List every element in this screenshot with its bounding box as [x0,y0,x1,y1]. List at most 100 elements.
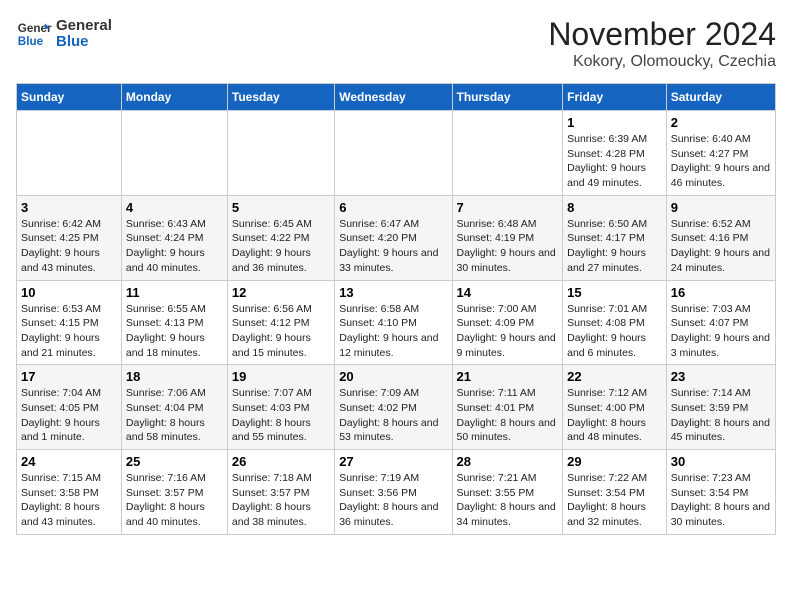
day-info: Sunrise: 7:11 AM Sunset: 4:01 PM Dayligh… [457,386,559,445]
day-cell: 18 Sunrise: 7:06 AM Sunset: 4:04 PM Dayli… [121,365,227,450]
day-cell: 17 Sunrise: 7:04 AM Sunset: 4:05 PM Dayli… [17,365,122,450]
day-number: 9 [671,200,771,215]
day-info: Sunrise: 6:39 AM Sunset: 4:28 PM Dayligh… [567,132,662,191]
day-number: 23 [671,369,771,384]
day-cell: 16Sunrise: 7:03 AM Sunset: 4:07 PM Dayli… [666,280,775,365]
day-cell: 23 Sunrise: 7:14 AM Sunset: 3:59 PM Dayli… [666,365,775,450]
header-friday: Friday [563,84,667,111]
day-number: 11 [126,285,223,300]
header-thursday: Thursday [452,84,563,111]
calendar-table: SundayMondayTuesdayWednesdayThursdayFrid… [16,83,776,535]
day-number: 10 [21,285,117,300]
day-cell [227,111,334,196]
day-number: 13 [339,285,447,300]
day-info: Sunrise: 6:40 AM Sunset: 4:27 PM Dayligh… [671,132,771,191]
day-cell: 28 Sunrise: 7:21 AM Sunset: 3:55 PM Dayli… [452,450,563,535]
day-number: 17 [21,369,117,384]
day-info: Sunrise: 6:58 AM Sunset: 4:10 PM Dayligh… [339,302,447,361]
day-number: 6 [339,200,447,215]
day-info: Sunrise: 7:07 AM Sunset: 4:03 PM Dayligh… [232,386,330,445]
day-info: Sunrise: 6:53 AM Sunset: 4:15 PM Dayligh… [21,302,117,361]
week-row-4: 17 Sunrise: 7:04 AM Sunset: 4:05 PM Dayli… [17,365,776,450]
day-number: 5 [232,200,330,215]
day-info: Sunrise: 7:03 AM Sunset: 4:07 PM Dayligh… [671,302,771,361]
day-cell: 22Sunrise: 7:12 AM Sunset: 4:00 PM Dayli… [563,365,667,450]
title-section: November 2024 Kokory, Olomoucky, Czechia [548,16,776,71]
day-info: Sunrise: 7:14 AM Sunset: 3:59 PM Dayligh… [671,386,771,445]
day-info: Sunrise: 7:09 AM Sunset: 4:02 PM Dayligh… [339,386,447,445]
day-cell: 12Sunrise: 6:56 AM Sunset: 4:12 PM Dayli… [227,280,334,365]
day-cell [121,111,227,196]
logo-general: General [56,18,112,35]
day-info: Sunrise: 6:43 AM Sunset: 4:24 PM Dayligh… [126,217,223,276]
day-info: Sunrise: 6:42 AM Sunset: 4:25 PM Dayligh… [21,217,117,276]
day-cell [17,111,122,196]
day-info: Sunrise: 7:21 AM Sunset: 3:55 PM Dayligh… [457,471,559,530]
day-cell: 9 Sunrise: 6:52 AM Sunset: 4:16 PM Daylig… [666,195,775,280]
day-cell: 3 Sunrise: 6:42 AM Sunset: 4:25 PM Daylig… [17,195,122,280]
header-wednesday: Wednesday [335,84,452,111]
day-cell: 20 Sunrise: 7:09 AM Sunset: 4:02 PM Dayli… [335,365,452,450]
day-info: Sunrise: 6:48 AM Sunset: 4:19 PM Dayligh… [457,217,559,276]
day-cell: 7 Sunrise: 6:48 AM Sunset: 4:19 PM Daylig… [452,195,563,280]
day-cell: 24Sunrise: 7:15 AM Sunset: 3:58 PM Dayli… [17,450,122,535]
day-number: 28 [457,454,559,469]
day-number: 27 [339,454,447,469]
day-number: 18 [126,369,223,384]
day-cell: 2Sunrise: 6:40 AM Sunset: 4:27 PM Daylig… [666,111,775,196]
day-info: Sunrise: 7:22 AM Sunset: 3:54 PM Dayligh… [567,471,662,530]
day-info: Sunrise: 7:15 AM Sunset: 3:58 PM Dayligh… [21,471,117,530]
day-info: Sunrise: 7:06 AM Sunset: 4:04 PM Dayligh… [126,386,223,445]
day-number: 8 [567,200,662,215]
logo-blue: Blue [56,34,112,51]
day-number: 21 [457,369,559,384]
day-cell [335,111,452,196]
header-sunday: Sunday [17,84,122,111]
week-row-5: 24Sunrise: 7:15 AM Sunset: 3:58 PM Dayli… [17,450,776,535]
day-number: 7 [457,200,559,215]
day-info: Sunrise: 6:52 AM Sunset: 4:16 PM Dayligh… [671,217,771,276]
day-number: 20 [339,369,447,384]
week-row-1: 1 Sunrise: 6:39 AM Sunset: 4:28 PM Daylig… [17,111,776,196]
header-monday: Monday [121,84,227,111]
day-cell: 25 Sunrise: 7:16 AM Sunset: 3:57 PM Dayli… [121,450,227,535]
day-number: 1 [567,115,662,130]
day-cell: 6Sunrise: 6:47 AM Sunset: 4:20 PM Daylig… [335,195,452,280]
day-cell: 5 Sunrise: 6:45 AM Sunset: 4:22 PM Daylig… [227,195,334,280]
day-info: Sunrise: 7:19 AM Sunset: 3:56 PM Dayligh… [339,471,447,530]
day-cell: 13 Sunrise: 6:58 AM Sunset: 4:10 PM Dayli… [335,280,452,365]
day-number: 25 [126,454,223,469]
calendar-header-row: SundayMondayTuesdayWednesdayThursdayFrid… [17,84,776,111]
day-cell: 14Sunrise: 7:00 AM Sunset: 4:09 PM Dayli… [452,280,563,365]
logo-icon: General Blue [16,16,52,52]
day-cell: 1 Sunrise: 6:39 AM Sunset: 4:28 PM Daylig… [563,111,667,196]
day-info: Sunrise: 7:04 AM Sunset: 4:05 PM Dayligh… [21,386,117,445]
header-tuesday: Tuesday [227,84,334,111]
day-cell: 30Sunrise: 7:23 AM Sunset: 3:54 PM Dayli… [666,450,775,535]
day-number: 19 [232,369,330,384]
month-title: November 2024 [548,16,776,53]
day-info: Sunrise: 7:18 AM Sunset: 3:57 PM Dayligh… [232,471,330,530]
day-info: Sunrise: 7:16 AM Sunset: 3:57 PM Dayligh… [126,471,223,530]
week-row-3: 10 Sunrise: 6:53 AM Sunset: 4:15 PM Dayli… [17,280,776,365]
day-cell: 29 Sunrise: 7:22 AM Sunset: 3:54 PM Dayli… [563,450,667,535]
day-cell: 19 Sunrise: 7:07 AM Sunset: 4:03 PM Dayli… [227,365,334,450]
day-cell: 8 Sunrise: 6:50 AM Sunset: 4:17 PM Daylig… [563,195,667,280]
day-cell: 11 Sunrise: 6:55 AM Sunset: 4:13 PM Dayli… [121,280,227,365]
day-number: 3 [21,200,117,215]
day-info: Sunrise: 6:55 AM Sunset: 4:13 PM Dayligh… [126,302,223,361]
day-number: 22 [567,369,662,384]
day-info: Sunrise: 6:50 AM Sunset: 4:17 PM Dayligh… [567,217,662,276]
day-number: 29 [567,454,662,469]
day-number: 30 [671,454,771,469]
header-saturday: Saturday [666,84,775,111]
day-number: 15 [567,285,662,300]
day-info: Sunrise: 7:00 AM Sunset: 4:09 PM Dayligh… [457,302,559,361]
day-cell: 4Sunrise: 6:43 AM Sunset: 4:24 PM Daylig… [121,195,227,280]
day-number: 12 [232,285,330,300]
day-cell: 15Sunrise: 7:01 AM Sunset: 4:08 PM Dayli… [563,280,667,365]
day-number: 26 [232,454,330,469]
day-cell: 10 Sunrise: 6:53 AM Sunset: 4:15 PM Dayli… [17,280,122,365]
day-cell: 26 Sunrise: 7:18 AM Sunset: 3:57 PM Dayli… [227,450,334,535]
day-info: Sunrise: 6:45 AM Sunset: 4:22 PM Dayligh… [232,217,330,276]
